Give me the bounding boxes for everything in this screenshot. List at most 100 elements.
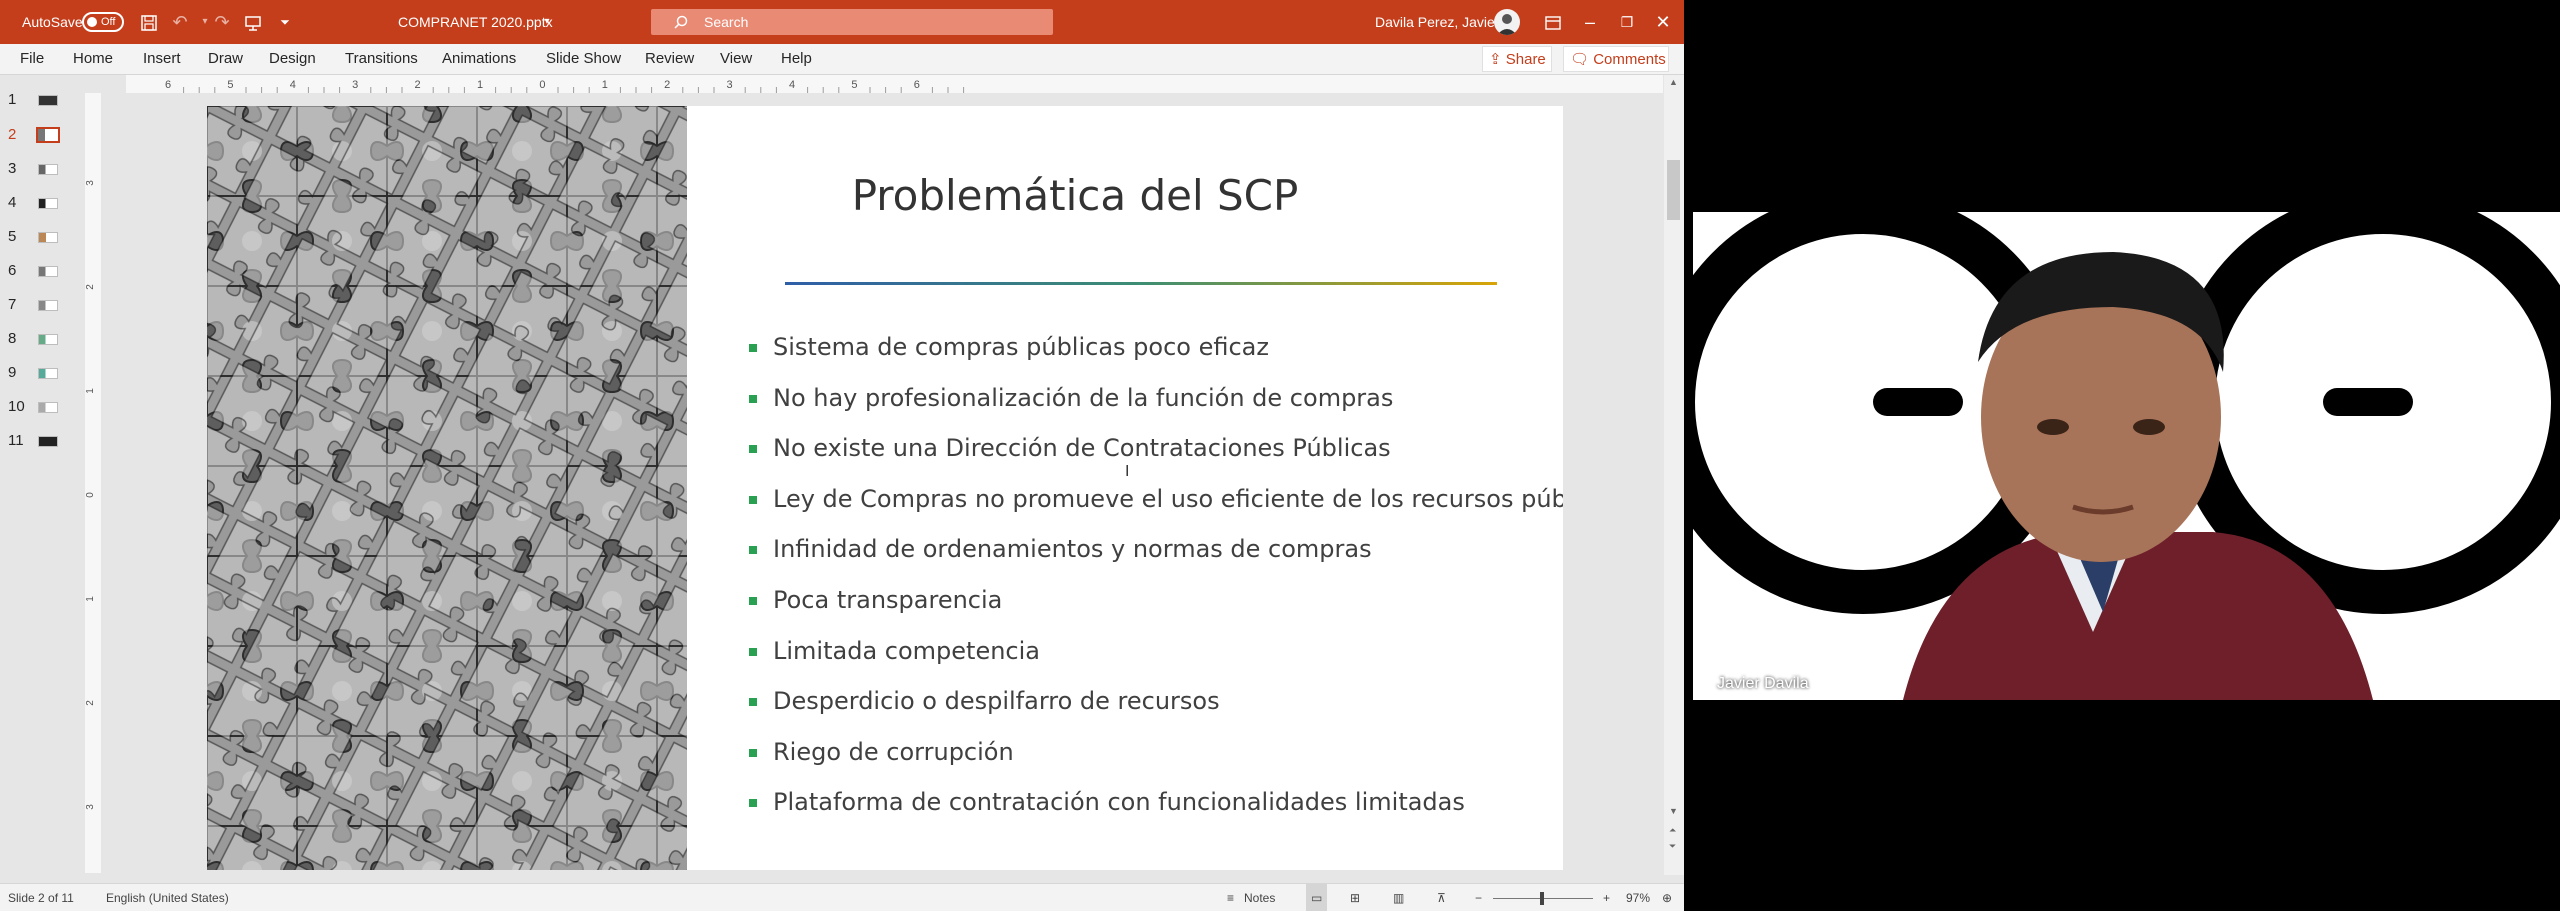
tab-slide-show[interactable]: Slide Show: [546, 44, 621, 74]
tab-help[interactable]: Help: [781, 44, 812, 74]
language-indicator[interactable]: English (United States): [106, 884, 229, 911]
video-participant-tile: [1693, 212, 2560, 700]
tab-animations[interactable]: Animations: [442, 44, 516, 74]
title-dropdown-icon[interactable]: ▾: [541, 0, 553, 44]
thumbnail-slide-8[interactable]: 8: [0, 326, 80, 352]
bullet-marker-icon: [749, 546, 757, 555]
thumbnail-preview: [38, 95, 58, 106]
bullet-text: Ley de Compras no promueve el uso eficie…: [773, 484, 1563, 513]
zoom-out-button[interactable]: −: [1475, 884, 1482, 911]
bullet-text: No existe una Dirección de Contratacione…: [773, 434, 1391, 463]
thumbnail-slide-2[interactable]: 2: [0, 122, 80, 148]
thumbnail-slide-9[interactable]: 9: [0, 360, 80, 386]
comments-button[interactable]: 🗨 Comments: [1563, 46, 1669, 72]
scroll-up-icon[interactable]: ▲: [1669, 77, 1678, 87]
tab-design[interactable]: Design: [269, 44, 316, 74]
present-icon[interactable]: [240, 0, 266, 44]
tab-insert[interactable]: Insert: [143, 44, 181, 74]
thumbnail-slide-7[interactable]: 7: [0, 292, 80, 318]
bullet-marker-icon: [749, 596, 757, 605]
slide-counter: Slide 2 of 11: [8, 891, 74, 905]
redo-icon[interactable]: ↷: [210, 0, 234, 44]
tab-file[interactable]: File: [20, 44, 44, 74]
thumbnail-number: 10: [8, 398, 25, 415]
horizontal-ruler: 6 5 4 3 2 1 0 1 2 3 4 5 6: [126, 75, 1663, 93]
ribbon-display-options-icon[interactable]: [1540, 0, 1566, 44]
thumbnail-slide-11[interactable]: 11: [0, 428, 80, 454]
thumbnail-slide-10[interactable]: 10: [0, 394, 80, 420]
next-slide-icon[interactable]: ⏷: [1669, 841, 1676, 852]
zoom-slider-thumb[interactable]: [1540, 892, 1544, 905]
save-icon[interactable]: [136, 0, 162, 44]
tab-review[interactable]: Review: [645, 44, 694, 74]
document-title[interactable]: COMPRANET 2020.pptx: [398, 0, 553, 44]
scroll-down-icon[interactable]: ▼: [1669, 806, 1678, 816]
bullet-item[interactable]: Sistema de compras públicas poco eficaz: [743, 322, 1563, 373]
thumbnail-slide-3[interactable]: 3: [0, 156, 80, 182]
ruler-tick-label: 2: [664, 79, 670, 91]
restore-icon[interactable]: ❐: [1614, 0, 1640, 44]
previous-slide-icon[interactable]: ⏶: [1669, 825, 1676, 836]
thumbnail-preview: [38, 368, 58, 379]
minimize-icon[interactable]: –: [1577, 0, 1603, 44]
thumbnail-number: 5: [8, 228, 17, 245]
thumbnail-slide-1[interactable]: 1: [0, 87, 80, 113]
slideshow-view-icon[interactable]: ⊼: [1437, 884, 1446, 911]
bullet-item[interactable]: No existe una Dirección de Contratacione…: [743, 423, 1563, 474]
bullet-item[interactable]: Limitada competencia: [743, 626, 1563, 677]
puzzle-pieces-image: [207, 106, 687, 870]
tab-view[interactable]: View: [720, 44, 752, 74]
zoom-in-button[interactable]: +: [1603, 884, 1610, 911]
zoom-level[interactable]: 97%: [1626, 884, 1650, 911]
customize-toolbar-icon[interactable]: ⏷: [278, 0, 292, 44]
thumbnail-preview: [38, 300, 58, 311]
share-button[interactable]: ⇪ Share: [1482, 46, 1552, 72]
autosave-toggle[interactable]: Off: [82, 12, 124, 32]
tab-home[interactable]: Home: [73, 44, 113, 74]
powerpoint-window: AutoSave Off ↶ ▾ ↷ ⏷ COMPRANET 2020.pptx…: [0, 0, 1684, 911]
notes-icon[interactable]: ≡: [1227, 884, 1234, 911]
search-icon: [671, 0, 691, 44]
normal-view-icon[interactable]: ▭: [1306, 884, 1328, 911]
bullet-item[interactable]: Poca transparencia: [743, 575, 1563, 626]
bullet-item[interactable]: No hay profesionalización de la función …: [743, 373, 1563, 424]
ruler-tick-label: 3: [352, 79, 358, 91]
search-box[interactable]: Search: [651, 9, 1053, 35]
horizontal-ruler-ticks: 6 5 4 3 2 1 0 1 2 3 4 5 6: [165, 79, 965, 93]
ribbon-tabs: File Home Insert Draw Design Transitions…: [0, 44, 1684, 75]
bullet-marker-icon: [749, 698, 757, 707]
bullet-item[interactable]: Plataforma de contratación con funcional…: [743, 777, 1563, 828]
tab-transitions[interactable]: Transitions: [345, 44, 418, 74]
notes-button[interactable]: Notes: [1244, 884, 1275, 911]
bullet-item[interactable]: Riego de corrupción: [743, 727, 1563, 778]
slide-canvas[interactable]: Problemática del SCP Sistema de compras …: [207, 106, 1563, 870]
thumbnail-slide-4[interactable]: 4: [0, 190, 80, 216]
undo-icon[interactable]: ↶: [168, 0, 192, 44]
slide-sorter-icon[interactable]: ⊞: [1350, 884, 1360, 911]
share-label: Share: [1505, 51, 1546, 68]
scrollbar-thumb[interactable]: [1667, 160, 1680, 220]
thumbnail-preview: [38, 198, 58, 209]
text-cursor-icon: I: [1125, 463, 1130, 480]
bullet-marker-icon: [749, 394, 757, 403]
reading-view-icon[interactable]: ▥: [1393, 884, 1404, 911]
bullet-marker-icon: [749, 445, 757, 454]
user-name[interactable]: Davila Perez, Javier: [1375, 0, 1500, 44]
ruler-tick-label: 1: [477, 79, 483, 91]
title-underline: [785, 282, 1497, 285]
user-avatar[interactable]: [1494, 9, 1520, 35]
bullet-list[interactable]: Sistema de compras públicas poco eficaz …: [743, 322, 1563, 828]
bullet-item[interactable]: Ley de Compras no promueve el uso eficie…: [743, 474, 1563, 525]
thumbnail-slide-5[interactable]: 5: [0, 224, 80, 250]
bullet-text: Riego de corrupción: [773, 737, 1014, 766]
thumbnail-number: 2: [8, 126, 17, 143]
close-icon[interactable]: ✕: [1650, 0, 1676, 44]
slide-title[interactable]: Problemática del SCP: [697, 171, 1453, 220]
fit-to-window-icon[interactable]: ⊕: [1662, 884, 1672, 911]
thumbnail-number: 1: [8, 91, 17, 108]
bullet-item[interactable]: Infinidad de ordenamientos y normas de c…: [743, 524, 1563, 575]
tab-draw[interactable]: Draw: [208, 44, 243, 74]
autosave-state: Off: [101, 16, 116, 28]
bullet-item[interactable]: Desperdicio o despilfarro de recursos: [743, 676, 1563, 727]
thumbnail-slide-6[interactable]: 6: [0, 258, 80, 284]
